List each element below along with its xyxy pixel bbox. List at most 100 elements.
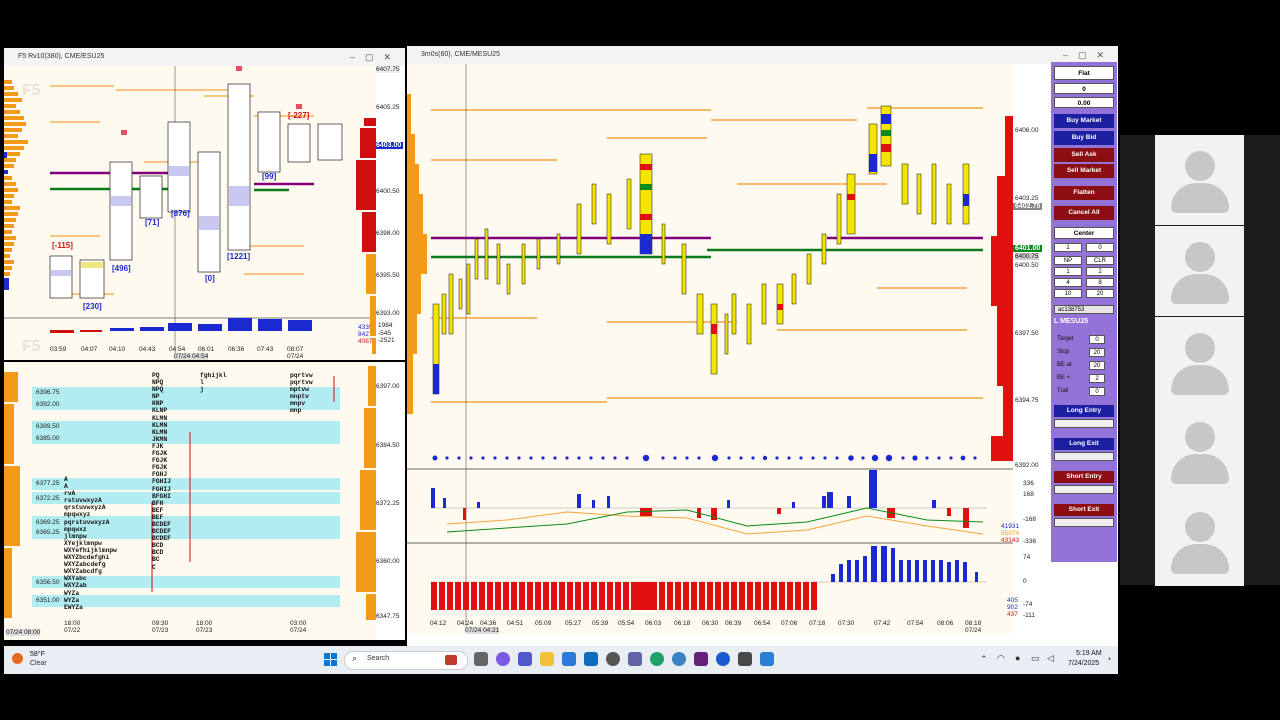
position-qty: 0 [1054,83,1114,94]
mic-icon[interactable]: ● [1015,653,1020,663]
price-label: 6394.75 [1015,397,1039,404]
time-label: 06:18 [674,620,691,627]
time-label: 07:18 [809,620,826,627]
qty-preset-button[interactable]: 8 [1086,278,1114,287]
tpo-markers [151,376,335,592]
bar-label: [-227] [288,111,310,120]
gray-price-flag: 6400.75 [1015,253,1039,260]
qty-preset-button[interactable]: 20 [1086,289,1114,298]
weather-desc: Clear [30,660,47,667]
time-label: 04:07 [81,346,98,353]
settings-gear-icon[interactable] [606,652,620,666]
qty-preset-button[interactable]: 2 [1086,267,1114,276]
time-label: 06:03 [645,620,662,627]
flatten-button[interactable]: Flatten [1054,186,1114,200]
short-entry-button[interactable]: Short Entry [1054,471,1114,483]
tpo-profile-window[interactable]: F5 6396.75 6392.00 6389.50 6385.00 6377.… [4,338,405,640]
main-chart-area[interactable]: 04:12 04:24 04:36 04:51 05:09 05:27 05:3… [407,64,1013,634]
trading-app-icon[interactable] [738,652,752,666]
np-button[interactable]: NP [1054,256,1082,265]
footprint-window-titlebar[interactable]: F5 Rv10(380), CME/ESU25 –▢✕ [4,48,405,66]
weather-widget[interactable]: 58°F Clear [12,650,72,670]
time-label: 07:54 [907,620,924,627]
cancel-all-button[interactable]: Cancel All [1054,206,1114,220]
long-entry-button[interactable]: Long Entry [1054,405,1114,417]
time-label: 08:07 [287,346,304,353]
teams-icon[interactable] [518,652,532,666]
copilot-icon[interactable] [496,652,510,666]
long-exit-button[interactable]: Long Exit [1054,438,1114,450]
short-entry-select[interactable] [1054,485,1114,494]
sell-ask-button[interactable]: Sell Ask [1054,148,1114,162]
be-at-label: BE at [1057,362,1072,368]
center-button[interactable]: Center [1054,227,1114,239]
tray-chevron-icon[interactable]: ⌃ [980,654,988,665]
participant-tile[interactable] [1155,317,1244,407]
long-entry-select[interactable] [1054,419,1114,428]
participant-tile[interactable] [1155,406,1244,496]
search-highlight-icon [445,655,457,665]
volume-value: 1984 [378,322,393,329]
time-label: 06:39 [725,620,742,627]
visual-studio-icon[interactable] [694,652,708,666]
main-price-axis: 6406.00 6403.25 6402.75 6401.00 6400.75 … [1001,64,1053,634]
buy-bid-button[interactable]: Buy Bid [1054,131,1114,145]
clock-time[interactable]: 5:19 AM [1076,650,1102,657]
participant-tile[interactable] [1155,496,1244,586]
clr-button[interactable]: CLR [1086,256,1114,265]
chrome-icon[interactable] [672,652,686,666]
be-at-input[interactable]: 20 [1089,361,1105,370]
target-input[interactable]: 0 [1089,335,1105,344]
taskbar: 58°F Clear ⌕ Search ⌃ ◠ ● ▭ ◁ 5:19 AM 7/… [4,646,1118,674]
bar-label: [876] [171,209,190,218]
tpo-date-label: 07/23 [152,627,169,634]
short-exit-select[interactable] [1054,518,1114,527]
participant-tile[interactable] [1155,135,1244,225]
teams-chat-icon[interactable] [628,652,642,666]
delta-value: 43143 [1001,537,1020,544]
time-label: 06:01 [198,346,215,353]
sell-market-button[interactable]: Sell Market [1054,164,1114,178]
window-controls[interactable]: –▢✕ [350,48,401,66]
avatar [1185,242,1215,272]
task-view-icon[interactable] [474,652,488,666]
stop-input[interactable]: 20 [1089,348,1105,357]
windows-start-icon[interactable] [324,653,337,666]
main-window-titlebar[interactable]: 3m0s(60), CME/MESU25 –▢✕ [407,46,1118,64]
qty-preset-button[interactable]: 10 [1054,289,1082,298]
file-explorer-icon[interactable] [540,652,554,666]
buy-market-button[interactable]: Buy Market [1054,114,1114,128]
time-label: 06:36 [228,346,245,353]
quantity-input[interactable]: 1 [1054,243,1082,252]
long-exit-select[interactable] [1054,452,1114,461]
edge-icon[interactable] [650,652,664,666]
price-label: 6400.50 [1015,262,1039,269]
taskbar-search[interactable]: ⌕ Search [344,651,468,670]
qty-preset-button[interactable]: 4 [1054,278,1082,287]
short-exit-button[interactable]: Short Exit [1054,504,1114,516]
price-label: 6395.50 [376,272,400,279]
time-label: 04:12 [430,620,447,627]
network-icon[interactable]: ▭ [1031,653,1040,664]
chart-app-icon[interactable] [760,652,774,666]
clock-date[interactable]: 7/24/2025 [1068,660,1099,667]
wifi-icon[interactable]: ◠ [997,653,1005,664]
outlook-icon[interactable] [584,652,598,666]
account-select[interactable]: ac138753 [1054,305,1114,314]
footprint-chart-area[interactable]: F5 [-115] [230] [496] [71] [876] [0] [12… [4,66,376,360]
trail-input[interactable]: 0 [1089,387,1105,396]
zoom-icon[interactable] [716,652,730,666]
time-label: 04:51 [507,620,524,627]
time-label: 08:06 [937,620,954,627]
be-plus-input[interactable]: 2 [1089,374,1105,383]
store-icon[interactable] [562,652,576,666]
start-icon-tile [331,660,337,666]
volume-icon[interactable]: ◁ [1047,653,1054,664]
quantity-right-input[interactable]: 0 [1086,243,1114,252]
price-axis: 6407.75 6405.25 6403.00 6400.50 6398.00 … [358,66,405,360]
qty-preset-button[interactable]: 1 [1054,267,1082,276]
participant-tile[interactable] [1155,226,1244,316]
delta-value: 85074 [1001,530,1020,537]
notification-icon[interactable]: ◔ [1106,654,1111,664]
search-icon: ⌕ [352,653,358,663]
